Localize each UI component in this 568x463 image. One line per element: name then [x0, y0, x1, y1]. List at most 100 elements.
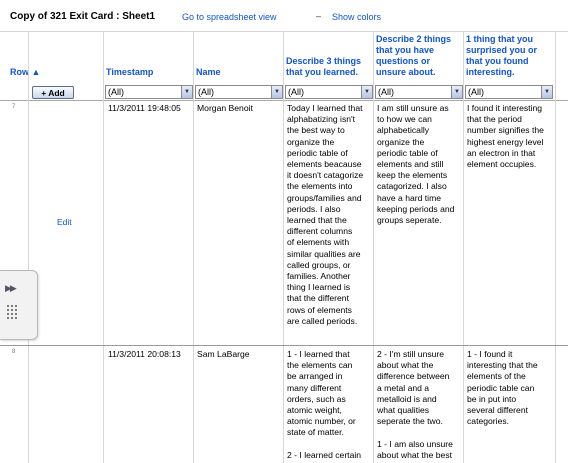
surprised-cell: I found it interesting that the period n… — [467, 103, 554, 170]
cell-line: difference between — [377, 371, 450, 382]
column-header-questions-line: Describe 2 things — [376, 34, 452, 44]
cell-line: 1 - I found it — [467, 349, 513, 359]
column-header-surprised-line: that you found — [466, 56, 529, 66]
cell-line: elements of the — [467, 371, 526, 382]
cell-line: different columns — [287, 226, 353, 237]
cell-line: Today I learned that — [287, 103, 363, 113]
cell-line: atomic number, or — [287, 416, 356, 427]
cell-line: it doesn't catagorize — [287, 170, 364, 181]
timestamp-cell: 11/3/2011 19:48:05 — [108, 103, 181, 113]
cell-line: periodic table can — [467, 382, 535, 393]
cell-line: thing I learned is — [287, 282, 351, 293]
row-divider — [0, 345, 568, 346]
filter-value: (All) — [378, 87, 394, 97]
column-divider — [555, 32, 556, 463]
add-button[interactable]: + Add — [32, 86, 74, 99]
cell-line: categories. — [467, 416, 510, 427]
cell-line: number signifies the — [467, 125, 544, 136]
cell-line: what qualities — [377, 405, 430, 416]
filter-timestamp-select[interactable]: (All) ▼ — [105, 85, 193, 99]
column-header-surprised[interactable]: 1 thing that you surprised you or that y… — [466, 34, 537, 78]
cell-line: 2 - I'm still unsure — [377, 349, 445, 359]
cell-line: 1 - I am also unsure — [377, 438, 453, 449]
learned-cell: 1 - I learned that the elements can be a… — [287, 349, 372, 463]
filter-surprised-select[interactable]: (All) ▼ — [465, 85, 553, 99]
timestamp-cell: 11/3/2011 20:08:13 — [108, 349, 181, 359]
cell-line: the elements into — [287, 181, 353, 192]
side-panel-toggle[interactable]: ▶▶ — [0, 270, 38, 340]
column-divider — [373, 32, 374, 463]
drag-handle-icon[interactable] — [7, 305, 19, 319]
cell-line: be arranged in — [287, 371, 343, 382]
link-separator: – — [316, 11, 322, 21]
column-divider — [463, 32, 464, 463]
filter-name-select[interactable]: (All) ▼ — [195, 85, 283, 99]
row-number: 7 — [12, 104, 16, 110]
column-header-row[interactable]: Row ▲ — [10, 67, 40, 78]
learned-cell: Today I learned that alphabatizing isn't… — [287, 103, 372, 327]
column-header-name[interactable]: Name — [196, 67, 221, 78]
cell-line: element occupies. — [467, 159, 537, 170]
column-header-surprised-line: interesting. — [466, 67, 515, 77]
column-header-questions-line: unsure about. — [376, 67, 436, 77]
cell-line: I found it interesting — [467, 103, 543, 113]
filter-questions-select[interactable]: (All) ▼ — [375, 85, 463, 99]
questions-cell: I am still unsure as to how we can alpha… — [377, 103, 462, 226]
cell-line: of elements with — [287, 237, 350, 248]
cell-line: keeping periods and — [377, 203, 455, 214]
surprised-cell: 1 - I found it interesting that the elem… — [467, 349, 554, 427]
filter-learned-select[interactable]: (All) ▼ — [285, 85, 373, 99]
row-number: 8 — [12, 349, 16, 355]
cell-line: called groups, or — [287, 259, 351, 270]
cell-line: 2 - I learned certain — [287, 449, 362, 460]
cell-line: a metal and a — [377, 382, 430, 393]
filter-value: (All) — [198, 87, 214, 97]
edit-link[interactable]: Edit — [57, 217, 72, 227]
cell-line: highest energy level — [467, 136, 544, 147]
name-cell: Sam LaBarge — [197, 349, 250, 359]
cell-line: groups/families and — [287, 192, 362, 203]
cell-line: periodic table of — [287, 147, 348, 158]
cell-line: groups seperate. — [377, 215, 442, 226]
cell-line: several different — [467, 405, 528, 416]
cell-line: periods. I also — [287, 203, 341, 214]
questions-cell: 2 - I'm still unsure about what the diff… — [377, 349, 462, 463]
cell-line: organize the — [377, 136, 425, 147]
cell-line: similar qualities are — [287, 248, 361, 259]
spreadsheet-view-link[interactable]: Go to spreadsheet view — [182, 12, 277, 22]
cell-line: to how we can — [377, 114, 432, 125]
column-header-learned[interactable]: Describe 3 things that you learned. — [286, 56, 361, 78]
filter-value: (All) — [288, 87, 304, 97]
column-header-learned-line: that you learned. — [286, 67, 359, 77]
cell-line: state of matter. — [287, 427, 344, 438]
fast-forward-icon: ▶▶ — [5, 283, 17, 293]
column-header-questions-line: that you have — [376, 45, 435, 55]
top-bar: Copy of 321 Exit Card : Sheet1 Go to spr… — [0, 0, 568, 32]
column-divider — [103, 32, 104, 463]
column-divider — [283, 32, 284, 463]
cell-line: about what the — [377, 360, 434, 371]
cell-line: the best way to — [287, 125, 345, 136]
cell-line: that the period — [467, 114, 522, 125]
cell-line: metalloid is and — [377, 393, 437, 404]
cell-line — [377, 427, 462, 438]
chevron-down-icon: ▼ — [271, 86, 282, 98]
cell-line: elements beacause — [287, 159, 362, 170]
cell-line: learned that the — [287, 215, 347, 226]
cell-line: seperate the two. — [377, 416, 443, 427]
column-header-timestamp[interactable]: Timestamp — [106, 67, 153, 78]
cell-line: I am still unsure as — [377, 103, 449, 113]
column-divider — [193, 32, 194, 463]
show-colors-link[interactable]: Show colors — [332, 12, 381, 22]
column-header-surprised-line: surprised you or — [466, 45, 538, 55]
chevron-down-icon: ▼ — [181, 86, 192, 98]
cell-line: that the different — [287, 293, 349, 304]
cell-line: an electron in that — [467, 147, 536, 158]
name-cell: Morgan Benoit — [197, 103, 253, 113]
cell-line: interesting that the — [467, 360, 538, 371]
column-header-questions[interactable]: Describe 2 things that you have question… — [376, 34, 451, 78]
cell-line: alphabetically — [377, 125, 430, 136]
column-divider — [28, 32, 29, 463]
cell-line: elements and still — [377, 159, 444, 170]
chevron-down-icon: ▼ — [361, 86, 372, 98]
